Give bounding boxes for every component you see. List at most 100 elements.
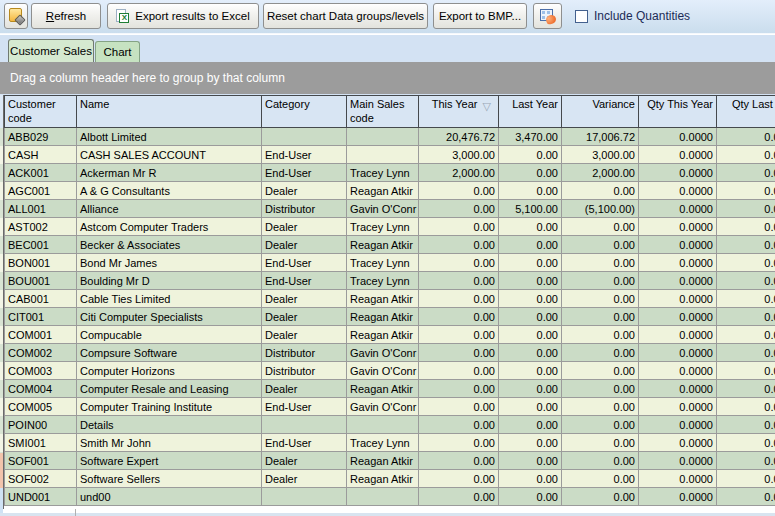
cell-category: End-User xyxy=(262,398,347,416)
cell-this_year: 0.00 xyxy=(419,434,499,452)
column-header-last_year[interactable]: Last Year xyxy=(499,96,562,128)
column-header-code[interactable]: Customer code xyxy=(5,96,77,128)
cell-category xyxy=(262,488,347,506)
cell-qty_this_year: 0.0000 xyxy=(639,326,717,344)
cell-main_sales: Tracey Lynn xyxy=(347,434,419,452)
note-edit-icon xyxy=(9,8,24,24)
cell-code: BOU001 xyxy=(5,272,77,290)
column-header-variance[interactable]: Variance xyxy=(562,96,639,128)
grid-row-CAB001[interactable]: CAB001Cable Ties LimitedDealerReagan Atk… xyxy=(5,290,775,308)
cell-code: CIT001 xyxy=(5,308,77,326)
edit-note-button[interactable] xyxy=(4,3,28,29)
cell-variance: 0.00 xyxy=(562,362,639,380)
include-quantities-checkbox[interactable] xyxy=(575,10,588,23)
grid-row-BOU001[interactable]: BOU001Boulding Mr DEnd-UserTracey Lynn0.… xyxy=(5,272,775,290)
cell-main_sales: Reagan Atkir xyxy=(347,182,419,200)
cell-last_year: 0.00 xyxy=(499,254,562,272)
cell-variance: 0.00 xyxy=(562,182,639,200)
cell-qty_last_year: 0.0000 xyxy=(717,398,775,416)
cell-variance: 0.00 xyxy=(562,272,639,290)
grid-row-COM002[interactable]: COM002Compsure SoftwareDistributorGavin … xyxy=(5,344,775,362)
export-bmp-button[interactable]: Export to BMP... xyxy=(433,3,527,29)
cell-this_year: 0.00 xyxy=(419,254,499,272)
grid-row-SOF001[interactable]: SOF001Software ExpertDealerReagan Atkir0… xyxy=(5,452,775,470)
grid-row-SOF002[interactable]: SOF002Software SellersDealerReagan Atkir… xyxy=(5,470,775,488)
cell-code: ALL001 xyxy=(5,200,77,218)
cell-variance: 2,000.00 xyxy=(562,164,639,182)
refresh-button[interactable]: Refresh xyxy=(31,3,101,29)
cell-main_sales xyxy=(347,128,419,146)
cell-name: Computer Training Institute xyxy=(77,398,262,416)
cell-main_sales: Gavin O'Conr xyxy=(347,362,419,380)
grid-table: Customer codeNameCategoryMain Sales code… xyxy=(4,95,775,506)
cell-variance: 3,000.00 xyxy=(562,146,639,164)
cell-category: Dealer xyxy=(262,290,347,308)
cell-variance: 0.00 xyxy=(562,416,639,434)
cell-last_year: 0.00 xyxy=(499,290,562,308)
cell-last_year: 3,470.00 xyxy=(499,128,562,146)
cell-qty_last_year: 0.0000 xyxy=(717,182,775,200)
cell-variance: 0.00 xyxy=(562,236,639,254)
cell-category: End-User xyxy=(262,164,347,182)
column-header-qty_this_year[interactable]: Qty This Year xyxy=(639,96,717,128)
cell-name: Details xyxy=(77,416,262,434)
cell-name: Astcom Computer Traders xyxy=(77,218,262,236)
grid-row-CIT001[interactable]: CIT001Citi Computer SpecialistsDealerRea… xyxy=(5,308,775,326)
cell-code: COM003 xyxy=(5,362,77,380)
cell-qty_this_year: 0.0000 xyxy=(639,416,717,434)
grid-row-COM001[interactable]: COM001CompucableDealerReagan Atkir0.000.… xyxy=(5,326,775,344)
cell-this_year: 20,476.72 xyxy=(419,128,499,146)
grid-row-BEC001[interactable]: BEC001Becker & AssociatesDealerReagan At… xyxy=(5,236,775,254)
cell-last_year: 0.00 xyxy=(499,398,562,416)
grid-row-CASH[interactable]: CASHCASH SALES ACCOUNTEnd-User3,000.000.… xyxy=(5,146,775,164)
cell-main_sales: Reagan Atkir xyxy=(347,380,419,398)
grid-row-SMI001[interactable]: SMI001Smith Mr JohnEnd-UserTracey Lynn0.… xyxy=(5,434,775,452)
cell-main_sales: Reagan Atkir xyxy=(347,452,419,470)
cell-category: End-User xyxy=(262,146,347,164)
grid-row-POIN00[interactable]: POIN00Details0.000.000.000.00000.0000 xyxy=(5,416,775,434)
cell-category: Dealer xyxy=(262,470,347,488)
grid-row-AST002[interactable]: AST002Astcom Computer TradersDealerTrace… xyxy=(5,218,775,236)
cell-this_year: 0.00 xyxy=(419,416,499,434)
tab-chart[interactable]: Chart xyxy=(95,41,140,62)
cell-this_year: 2,000.00 xyxy=(419,164,499,182)
cell-code: UND001 xyxy=(5,488,77,506)
column-header-main_sales[interactable]: Main Sales code xyxy=(347,96,419,128)
cell-code: COM004 xyxy=(5,380,77,398)
cell-last_year: 0.00 xyxy=(499,416,562,434)
export-excel-button[interactable]: X Export results to Excel xyxy=(107,3,259,29)
cell-category: End-User xyxy=(262,254,347,272)
cell-main_sales: Gavin O'Conr xyxy=(347,200,419,218)
grid-row-AGC001[interactable]: AGC001A & G ConsultantsDealerReagan Atki… xyxy=(5,182,775,200)
cell-last_year: 0.00 xyxy=(499,380,562,398)
cell-this_year: 0.00 xyxy=(419,290,499,308)
grid-row-ACK001[interactable]: ACK001Ackerman Mr REnd-UserTracey Lynn2,… xyxy=(5,164,775,182)
grid-row-COM004[interactable]: COM004Computer Resale and LeasingDealerR… xyxy=(5,380,775,398)
cell-code: CAB001 xyxy=(5,290,77,308)
column-header-category[interactable]: Category xyxy=(262,96,347,128)
cell-qty_last_year: 0.0000 xyxy=(717,362,775,380)
tab-customer-sales[interactable]: Customer Sales xyxy=(8,39,94,62)
cell-last_year: 0.00 xyxy=(499,434,562,452)
cell-main_sales: Reagan Atkir xyxy=(347,470,419,488)
cell-main_sales: Tracey Lynn xyxy=(347,254,419,272)
grid-row-COM005[interactable]: COM005Computer Training InstituteEnd-Use… xyxy=(5,398,775,416)
group-by-bar[interactable]: Drag a column header here to group by th… xyxy=(0,62,775,94)
grid-row-BON001[interactable]: BON001Bond Mr JamesEnd-UserTracey Lynn0.… xyxy=(5,254,775,272)
column-header-name[interactable]: Name xyxy=(77,96,262,128)
grid-row-ALL001[interactable]: ALL001AllianceDistributorGavin O'Conr0.0… xyxy=(5,200,775,218)
cell-qty_last_year: 0.0000 xyxy=(717,290,775,308)
cell-name: Citi Computer Specialists xyxy=(77,308,262,326)
cell-category: Distributor xyxy=(262,200,347,218)
cell-code: BEC001 xyxy=(5,236,77,254)
column-header-this_year[interactable]: This Year▽ xyxy=(419,96,499,128)
chart-export-button[interactable] xyxy=(533,3,562,29)
cell-variance: 0.00 xyxy=(562,290,639,308)
cell-qty_last_year: 0.0000 xyxy=(717,128,775,146)
reset-chart-button[interactable]: Reset chart Data groups/levels xyxy=(263,3,428,29)
cell-this_year: 0.00 xyxy=(419,344,499,362)
column-header-qty_last_year[interactable]: Qty Last Year xyxy=(717,96,775,128)
grid-row-ABB029[interactable]: ABB029Albott Limited20,476.723,470.0017,… xyxy=(5,128,775,146)
grid-row-COM003[interactable]: COM003Computer HorizonsDistributorGavin … xyxy=(5,362,775,380)
grid-row-UND001[interactable]: UND001und000.000.000.000.00000.0000 xyxy=(5,488,775,506)
